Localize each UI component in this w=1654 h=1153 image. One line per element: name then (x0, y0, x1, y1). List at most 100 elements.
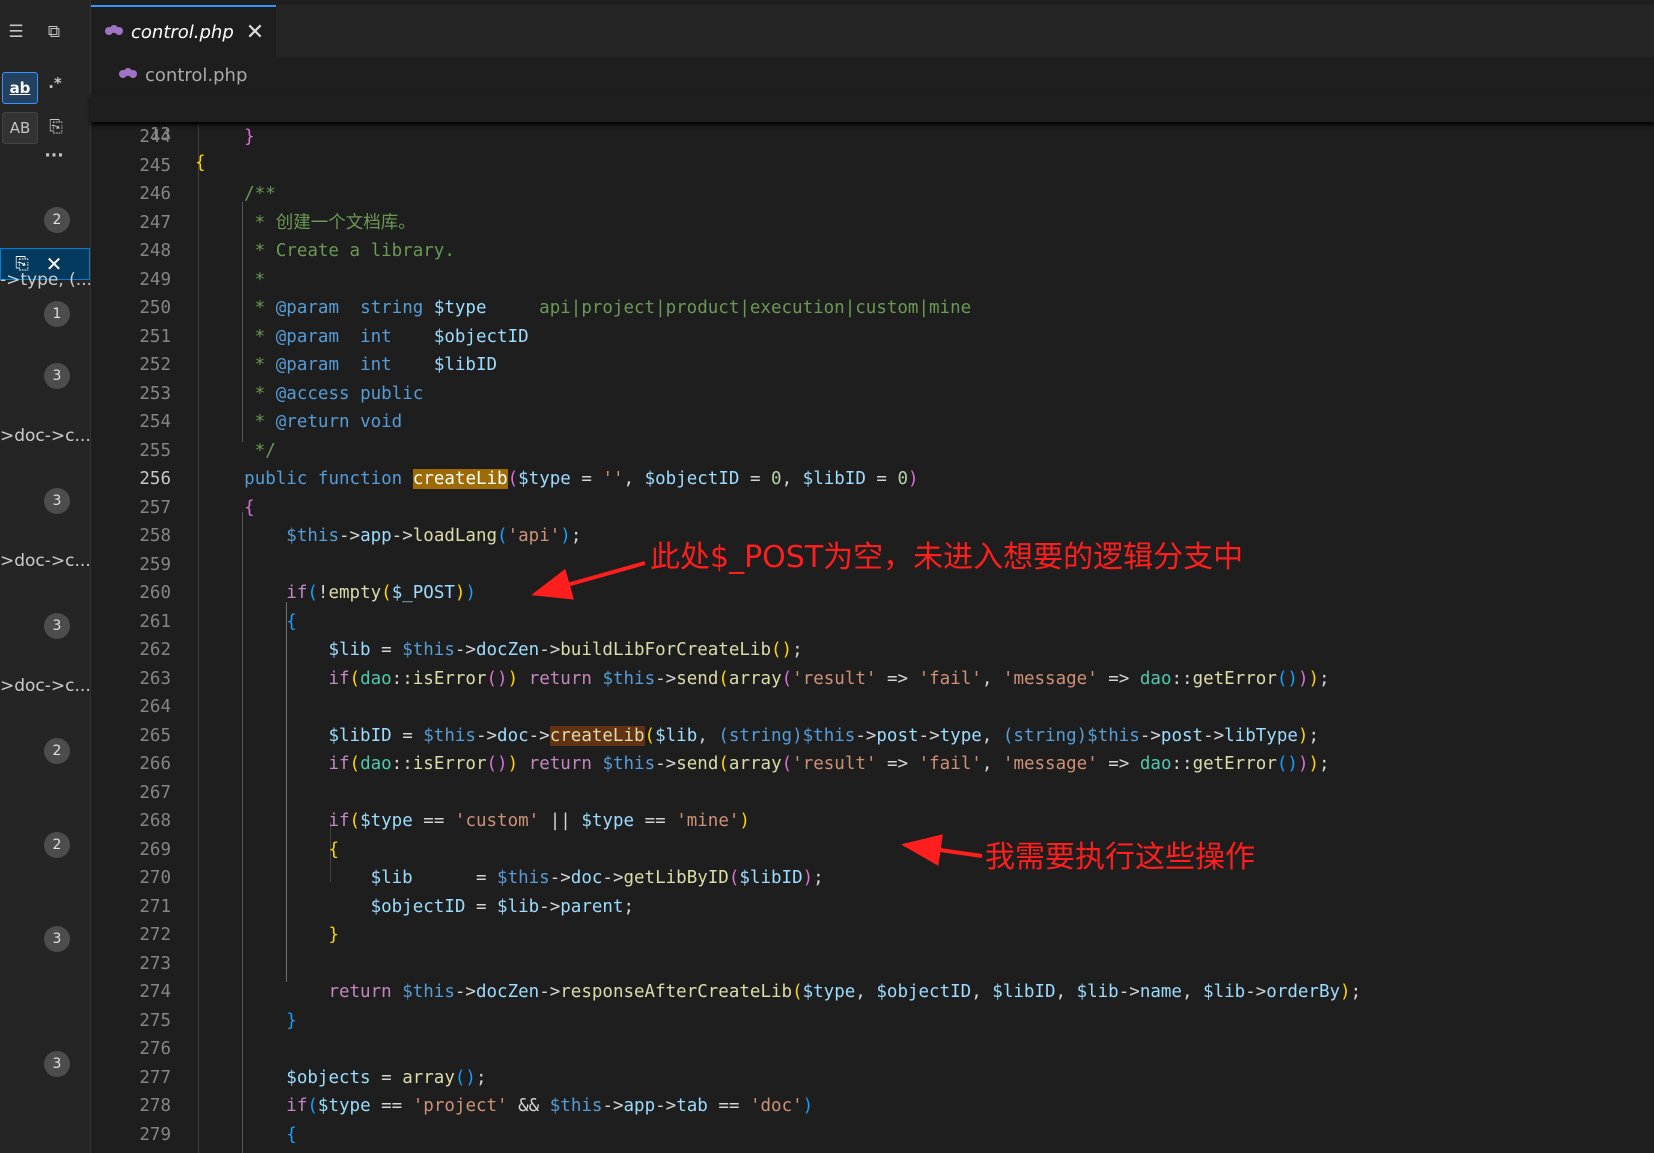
code-token: , (781, 469, 803, 489)
code-line[interactable]: 255 */ (91, 437, 1654, 465)
more-actions-icon[interactable]: ··· (40, 144, 68, 168)
result-text[interactable]: ->type, (... (0, 270, 90, 290)
close-tab-icon[interactable]: ✕ (246, 20, 264, 45)
open-new-editor-icon[interactable]: ⧉ (42, 20, 66, 44)
code-token: isError (412, 668, 487, 689)
code-token: -> (454, 640, 476, 660)
code-token: * (202, 298, 276, 318)
code-token: :: (391, 668, 413, 689)
code-text: } (202, 123, 255, 151)
code-token: $libID (802, 469, 866, 489)
code-text: $lib = $this->doc->getLibByID($libID); (202, 864, 824, 892)
breadcrumb-file[interactable]: control.php (145, 65, 247, 86)
code-token: createLib (412, 469, 508, 489)
code-line[interactable]: 278 if($type == 'project' && $this->app-… (91, 1092, 1654, 1120)
tab-control-php[interactable]: control.php ✕ (91, 5, 276, 57)
code-line[interactable]: 249 * (91, 266, 1654, 294)
code-token: $lib (655, 725, 698, 746)
code-token: @param (275, 355, 339, 375)
code-line[interactable]: 269 { (91, 836, 1654, 864)
code-token: ; (570, 526, 582, 546)
code-line[interactable]: 260 if(!empty($_POST)) (91, 579, 1654, 607)
code-line[interactable]: 263 if(dao::isError()) return $this->sen… (91, 665, 1654, 693)
code-line[interactable]: 250 * @param string $type api|project|pr… (91, 294, 1654, 322)
code-line[interactable]: 257 { (91, 494, 1654, 522)
code-text: if(dao::isError()) return $this->send(ar… (202, 665, 1329, 693)
code-line[interactable]: 252 * @param int $libID (91, 351, 1654, 379)
line-number: 269 (139, 839, 171, 860)
replace-all-icon[interactable]: ⎘ (44, 114, 68, 140)
toggle-regex[interactable]: .* (38, 68, 72, 98)
code-token: -> (338, 526, 361, 546)
code-token: public (244, 469, 308, 489)
code-line[interactable]: 251 * @param int $objectID (91, 323, 1654, 351)
code-line[interactable]: 247 * 创建一个文档库。 (91, 209, 1654, 237)
line-number: 253 (139, 383, 171, 404)
code-token: , (623, 469, 645, 489)
code-line[interactable]: 273 (91, 950, 1654, 978)
code-token: ) (560, 526, 571, 546)
code-line[interactable]: 248 * Create a library. (91, 237, 1654, 265)
line-number: 259 (139, 554, 171, 575)
annotation-need-operations: 我需要执行这些操作 (985, 840, 1255, 875)
code-line[interactable]: 266 if(dao::isError()) return $this->sen… (91, 750, 1654, 778)
code-token: * (202, 412, 276, 432)
code-line[interactable]: 254 * @return void (91, 408, 1654, 436)
result-text[interactable]: >doc->c... (0, 551, 90, 571)
code-line[interactable]: 267 (91, 779, 1654, 807)
code-line[interactable]: 274 return $this->docZen->responseAfterC… (91, 978, 1654, 1006)
code-line[interactable]: 265 $libID = $this->doc->createLib($lib,… (91, 722, 1654, 750)
php-file-icon (119, 68, 137, 82)
code-text: } (202, 921, 339, 949)
code-line[interactable]: 244 } (91, 123, 1654, 151)
code-token: send (676, 668, 719, 689)
toggle-preserve-case[interactable]: AB (2, 112, 38, 144)
code-token: ( (349, 668, 361, 689)
code-token: -> (1139, 725, 1161, 746)
code-line[interactable]: 271 $objectID = $lib->parent; (91, 893, 1654, 921)
code-line[interactable]: 262 $lib = $this->docZen->buildLibForCre… (91, 636, 1654, 664)
line-number: 264 (139, 697, 171, 717)
code-token: array (402, 1067, 455, 1088)
collapse-all-icon[interactable]: ☰ (4, 20, 28, 44)
code-token: :: (1171, 754, 1193, 774)
code-line[interactable]: 272 } (91, 921, 1654, 949)
result-text[interactable]: >doc->c... (0, 676, 90, 696)
code-line[interactable]: 264 (91, 693, 1654, 721)
code-token: ) (1308, 668, 1320, 689)
code-line[interactable]: 246 /** (91, 180, 1654, 208)
code-token: , (971, 982, 993, 1002)
code-token: } (328, 925, 339, 945)
toggle-match-whole-word[interactable]: ab (2, 72, 38, 104)
result-count-badge: 3 (44, 1051, 70, 1077)
code-line[interactable]: 270 $lib = $this->doc->getLibByID($libID… (91, 864, 1654, 892)
code-token: $lib (497, 896, 540, 917)
code-text: { (202, 608, 297, 636)
code-token: , (981, 668, 1003, 689)
code-line[interactable]: 245 (91, 152, 1654, 180)
code-editor[interactable]: 244 } 245 246 /** 247 * 创建一个文档库。 248 * Creat… (91, 122, 1654, 1153)
result-text[interactable]: >doc->c... (0, 426, 90, 446)
code-text: $objectID = $lib->parent; (202, 893, 634, 921)
code-token: docZen (475, 982, 540, 1002)
sticky-scroll-line[interactable]: 13 { (91, 93, 1654, 173)
code-token: && (507, 1096, 550, 1116)
code-line[interactable]: 253 * @access public (91, 380, 1654, 408)
code-line[interactable]: 276 (91, 1035, 1654, 1063)
code-token: getError (1192, 668, 1277, 689)
line-number: 252 (139, 355, 171, 375)
code-line[interactable]: 277 $objects = array(); (91, 1064, 1654, 1092)
code-line[interactable]: 279 { (91, 1121, 1654, 1149)
code-line[interactable]: 261 { (91, 608, 1654, 636)
code-token: name (1139, 982, 1182, 1002)
code-token: () (486, 754, 508, 774)
code-token: string (360, 298, 424, 318)
code-line[interactable]: 268 if($type == 'custom' || $type == 'mi… (91, 807, 1654, 835)
code-line[interactable]: 256 public function createLib($type = ''… (91, 465, 1654, 493)
code-token: ( (718, 754, 729, 774)
code-line[interactable]: 275 } (91, 1007, 1654, 1035)
